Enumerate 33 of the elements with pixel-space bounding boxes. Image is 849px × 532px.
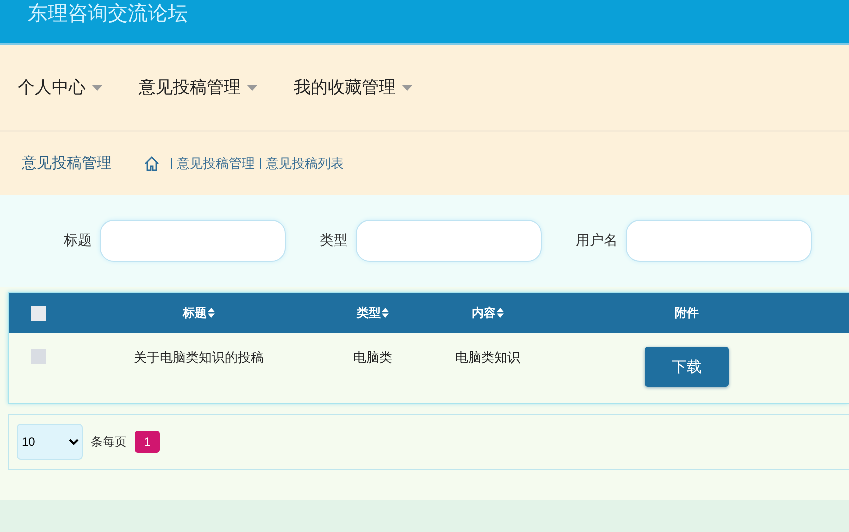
sort-icon[interactable] <box>497 308 504 318</box>
home-icon[interactable] <box>144 156 160 172</box>
table-cell-text: 关于电脑类知识的投稿 <box>134 350 264 367</box>
nav-menu[interactable]: 个人中心 <box>18 76 103 99</box>
checkbox[interactable] <box>30 306 46 320</box>
page-size-label: 条每页 <box>91 434 127 450</box>
table-cell-text: 电脑类知识 <box>456 350 520 367</box>
column-header[interactable]: 标题 <box>183 304 215 322</box>
checkbox[interactable] <box>30 349 46 364</box>
download-button[interactable]: 下载 <box>645 347 729 387</box>
nav-menu[interactable]: 我的收藏管理 <box>294 76 413 99</box>
page-size-select[interactable]: 10 <box>17 424 83 460</box>
filter-label: 标题 <box>64 232 92 250</box>
section-title: 意见投稿管理 <box>22 154 112 173</box>
caret-icon <box>402 84 413 90</box>
column-header[interactable]: 附件 <box>675 304 699 322</box>
caret-icon <box>247 84 258 90</box>
breadcrumb-link[interactable]: 意见投稿管理 <box>177 154 255 172</box>
filter-label: 类型 <box>320 232 348 250</box>
input-field[interactable] <box>356 220 542 262</box>
filter-label: 用户名 <box>576 232 618 250</box>
nav-menu[interactable]: 意见投稿管理 <box>139 76 258 99</box>
input-field[interactable] <box>100 220 286 262</box>
table-cell-text: 电脑类 <box>354 350 392 367</box>
input-field[interactable] <box>626 220 812 262</box>
sort-icon[interactable] <box>382 308 389 318</box>
breadcrumb-link[interactable]: 意见投稿列表 <box>266 154 344 172</box>
sort-icon[interactable] <box>208 308 215 318</box>
caret-icon <box>92 84 103 90</box>
site-title: 东理咨询交流论坛 <box>28 0 188 26</box>
page-button[interactable]: 1 <box>135 431 160 453</box>
column-header[interactable]: 类型 <box>357 304 389 322</box>
column-header[interactable]: 内容 <box>472 304 504 322</box>
